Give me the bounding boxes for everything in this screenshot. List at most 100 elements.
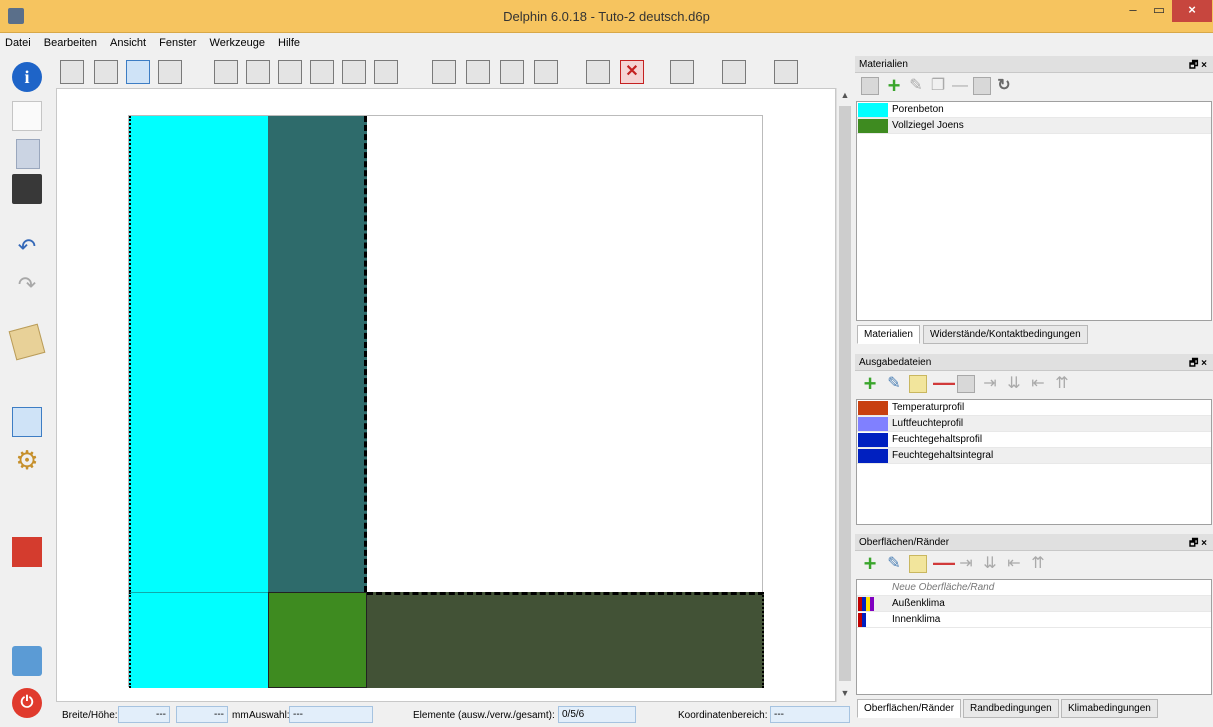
delete-icon[interactable]: ✕ [620, 60, 644, 84]
surfaces-tools: + ✎ — ⇥ ⇊ ⇤ ⇈ [855, 551, 1213, 579]
settings-gears-icon[interactable]: ⚙ [12, 445, 42, 475]
list-item-placeholder[interactable]: Neue Oberfläche/Rand [857, 580, 1211, 596]
vertical-lines-icon[interactable] [60, 60, 84, 84]
list-item[interactable]: Innenklima [857, 612, 1211, 628]
insert-column-after-icon[interactable] [500, 60, 524, 84]
close-button[interactable]: × [1172, 0, 1212, 22]
material-database-icon[interactable] [861, 77, 879, 95]
menu-ansicht[interactable]: Ansicht [105, 34, 151, 49]
geometry-canvas[interactable] [56, 88, 836, 702]
merge-horizontal-icon[interactable] [310, 60, 334, 84]
remove-output-icon[interactable]: — [933, 372, 955, 394]
insert-column-before-icon[interactable]: ⇤ [1005, 555, 1023, 573]
cell-selected-teal[interactable] [268, 116, 367, 592]
breite-field[interactable]: --- [118, 706, 170, 723]
menu-werkzeuge[interactable]: Werkzeuge [205, 34, 270, 49]
tab-widerstaende[interactable]: Widerstände/Kontaktbedingungen [923, 325, 1088, 344]
add-output-icon[interactable]: + [861, 373, 879, 395]
scroll-thumb[interactable] [839, 106, 851, 681]
maximize-button[interactable]: ▭ [1146, 0, 1172, 22]
hatch-icon[interactable] [342, 60, 366, 84]
tab-oberflaechen[interactable]: Oberflächen/Ränder [857, 699, 962, 718]
split-vertical-icon[interactable] [214, 60, 238, 84]
list-item[interactable]: Feuchtegehaltsintegral [857, 448, 1211, 464]
remove-material-icon: — [952, 77, 968, 94]
assign-output-icon[interactable] [957, 375, 975, 393]
power-icon[interactable]: ⏻ [12, 688, 42, 718]
tab-klimabedingungen[interactable]: Klimabedingungen [1061, 699, 1158, 718]
undo-icon[interactable]: ↶ [12, 234, 42, 264]
menu-hilfe[interactable]: Hilfe [273, 34, 305, 49]
scroll-down-icon[interactable]: ▼ [837, 688, 853, 698]
outputs-dock-title: Ausgabedateien 🗗 × [855, 354, 1213, 371]
edit-grid-icon[interactable] [670, 60, 694, 84]
list-item[interactable]: Porenbeton [857, 102, 1211, 118]
cross-grid-icon[interactable] [126, 60, 150, 84]
koord-field[interactable]: --- [770, 706, 850, 723]
material-name: Vollziegel Joens [892, 120, 964, 131]
open-icon[interactable] [16, 139, 40, 169]
menu-datei[interactable]: Datei [0, 34, 36, 49]
edit-surface-icon[interactable]: ✎ [885, 555, 903, 573]
add-material-icon[interactable]: + [885, 75, 903, 97]
view-icon[interactable] [158, 60, 182, 84]
list-item[interactable]: Luftfeuchteprofil [857, 416, 1211, 432]
edit-output-icon[interactable]: ✎ [885, 375, 903, 393]
grid-icon[interactable] [94, 60, 118, 84]
assign-material-icon[interactable] [973, 77, 991, 95]
list-item[interactable]: Vollziegel Joens [857, 118, 1211, 134]
insert-column-before-icon[interactable]: ⇤ [1029, 375, 1047, 393]
info-icon[interactable]: i [12, 62, 42, 92]
reload-icon[interactable]: ↻ [995, 77, 1013, 95]
insert-row-icon[interactable]: ⇊ [1005, 375, 1023, 393]
add-surface-icon[interactable]: + [861, 553, 879, 575]
notes-icon[interactable] [8, 323, 46, 361]
hoehe-field[interactable]: --- [176, 706, 228, 723]
insert-column-icon[interactable] [432, 60, 456, 84]
outputs-list: Temperaturprofil Luftfeuchteprofil Feuch… [856, 399, 1212, 525]
new-surface-placeholder: Neue Oberfläche/Rand [892, 582, 995, 593]
tab-randbedingungen[interactable]: Randbedingungen [963, 699, 1059, 718]
minimize-button[interactable]: – [1120, 0, 1146, 22]
copy-surface-icon[interactable] [909, 555, 927, 573]
cell-vollziegel[interactable] [268, 592, 367, 688]
cell-selected-dark[interactable] [367, 592, 764, 688]
auswahl-field[interactable]: --- [289, 706, 373, 723]
scroll-up-icon[interactable]: ▲ [837, 90, 853, 100]
list-item[interactable]: Feuchtegehaltsprofil [857, 432, 1211, 448]
remove-surface-icon[interactable]: — [933, 552, 955, 574]
color-map-icon[interactable] [722, 60, 746, 84]
construction-grid[interactable] [128, 115, 764, 688]
insert-column-icon[interactable]: ⇥ [957, 555, 975, 573]
hatch-remove-icon[interactable] [374, 60, 398, 84]
insert-row-before-icon[interactable]: ⇈ [1053, 375, 1071, 393]
flag-icon[interactable] [12, 537, 42, 567]
split-horizontal-icon[interactable] [278, 60, 302, 84]
surfaces-dock-title: Oberflächen/Ränder 🗗 × [855, 534, 1213, 551]
list-item[interactable]: Temperaturprofil [857, 400, 1211, 416]
geometry-icon[interactable] [12, 407, 42, 437]
assign-icon[interactable] [586, 60, 610, 84]
menu-fenster[interactable]: Fenster [154, 34, 201, 49]
elemente-field[interactable]: 0/5/6 [558, 706, 636, 723]
menu-bearbeiten[interactable]: Bearbeiten [39, 34, 102, 49]
cell-porenbeton-bottom[interactable] [129, 592, 268, 688]
materials-tools: + ✎ ❐ — ↻ [855, 73, 1213, 101]
insert-row-icon[interactable] [466, 60, 490, 84]
list-item[interactable]: Außenklima [857, 596, 1211, 612]
insert-row-icon[interactable]: ⇊ [981, 555, 999, 573]
copy-output-icon[interactable] [909, 375, 927, 393]
insert-row-before-icon[interactable]: ⇈ [1029, 555, 1047, 573]
insert-column-icon[interactable]: ⇥ [981, 375, 999, 393]
tab-materialien[interactable]: Materialien [857, 325, 920, 344]
new-document-icon[interactable] [12, 101, 42, 131]
redo-icon[interactable]: ↷ [12, 272, 42, 302]
canvas-scrollbar[interactable]: ▲ ▼ [836, 88, 852, 702]
insert-row-after-icon[interactable] [534, 60, 558, 84]
chat-icon[interactable] [12, 646, 42, 676]
merge-vertical-icon[interactable] [246, 60, 270, 84]
surface-color-flags [858, 613, 876, 627]
cell-porenbeton-top[interactable] [129, 116, 268, 592]
save-icon[interactable] [12, 174, 42, 204]
export-icon[interactable] [774, 60, 798, 84]
